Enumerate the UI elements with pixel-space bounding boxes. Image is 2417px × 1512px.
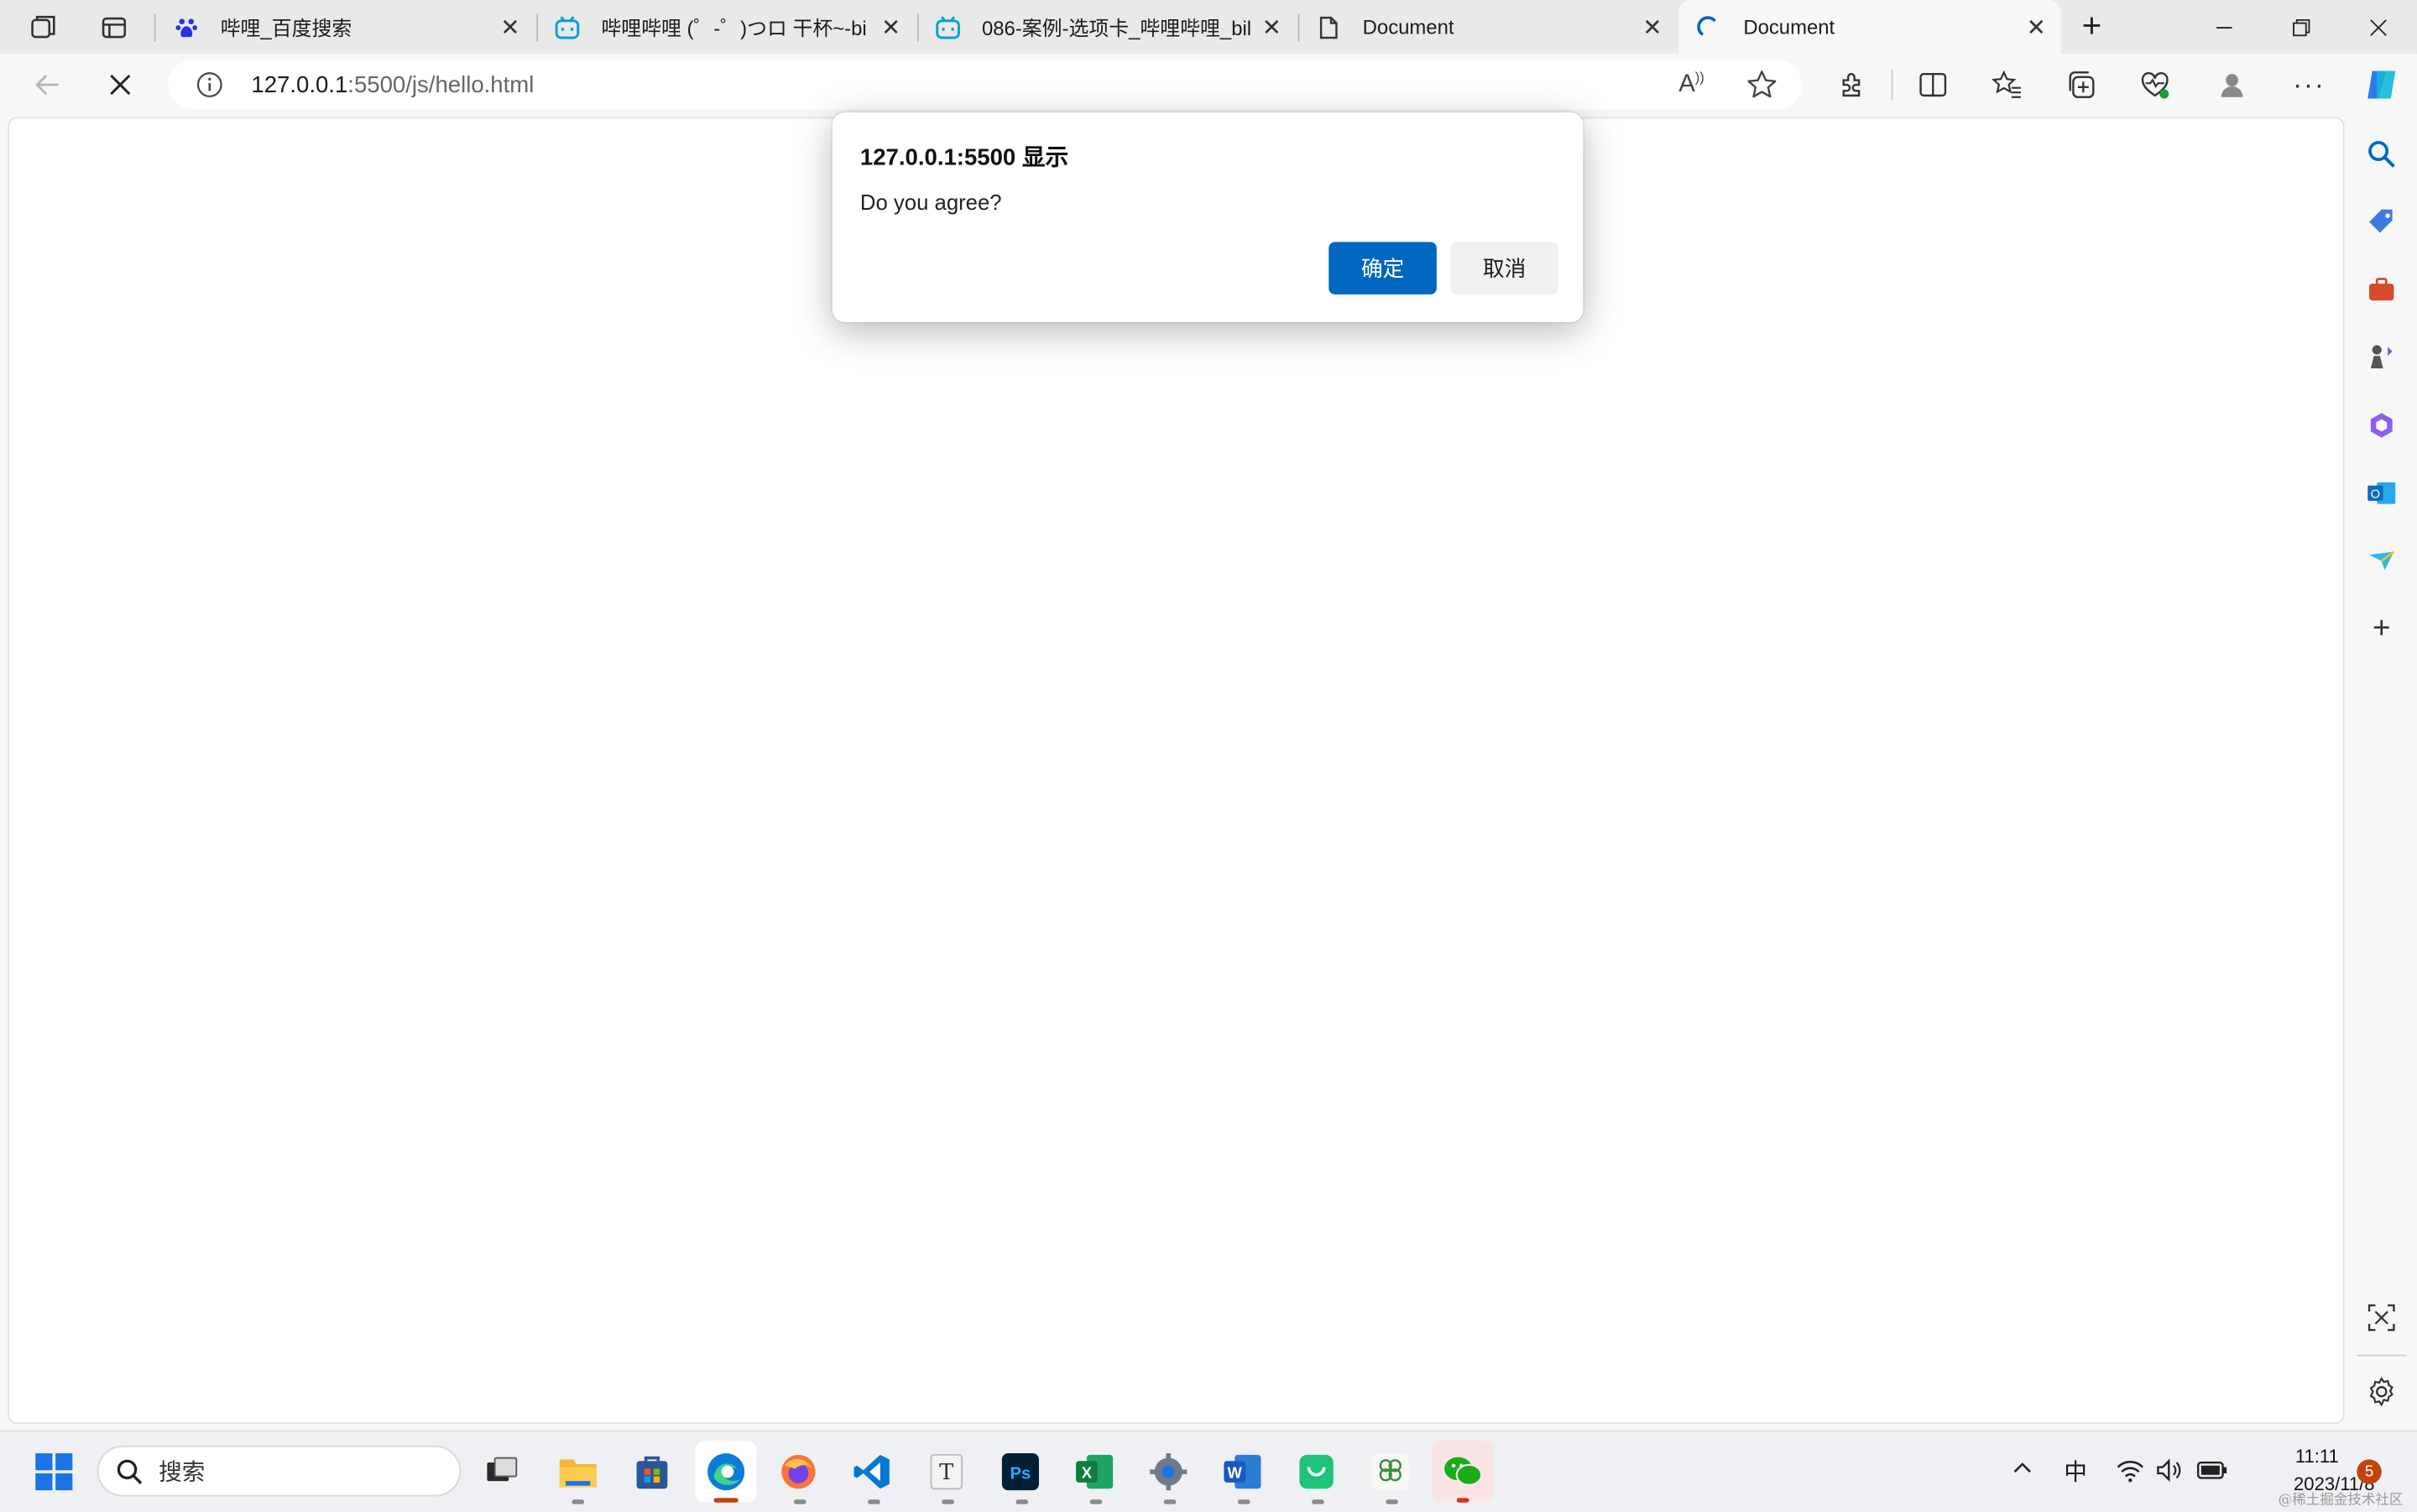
document-icon [1317, 14, 1341, 39]
word-icon[interactable]: W [1219, 1449, 1266, 1495]
minimize-button[interactable] [2185, 0, 2263, 54]
settings-gear-icon[interactable] [1146, 1449, 1192, 1495]
tab-document-active[interactable]: Document ✕ [1678, 0, 2061, 55]
new-tab-button[interactable]: + [2075, 8, 2108, 44]
watermark-text: @稀土掘金技术社区 [2278, 1493, 2404, 1509]
extensions-icon[interactable] [1835, 66, 1871, 103]
close-tab-icon[interactable]: ✕ [1637, 13, 1668, 40]
tab-title: Document [1743, 15, 1835, 39]
favorite-star-icon[interactable] [1745, 68, 1778, 102]
search-icon[interactable] [2363, 136, 2400, 173]
windows-taskbar: 搜索 T Ps X W 中 11:11 2023/11/8 5 @稀土掘金技术社… [0, 1430, 2417, 1512]
workspaces-icon[interactable] [28, 13, 59, 44]
tab-title: Document [1362, 15, 1454, 39]
shopping-bag-app-icon[interactable] [1293, 1449, 1339, 1495]
dialog-message: Do you agree? [859, 189, 1002, 215]
microsoft-store-icon[interactable] [629, 1449, 675, 1495]
site-info-icon[interactable] [196, 70, 223, 98]
svg-text:T: T [939, 1460, 953, 1485]
copilot-icon[interactable] [2360, 63, 2403, 106]
url-host: 127.0.0.1 [251, 71, 348, 98]
bilibili-icon [555, 14, 580, 39]
split-screen-icon[interactable] [1914, 66, 1951, 103]
shopping-tag-icon[interactable] [2363, 203, 2400, 240]
read-aloud-icon[interactable]: A)) [1678, 70, 1712, 101]
close-window-button[interactable] [2340, 0, 2417, 54]
tab-baidu[interactable]: 哔哩_百度搜索 ✕ [156, 0, 535, 54]
loading-spinner-icon [1697, 14, 1721, 39]
outlook-icon[interactable]: O [2363, 475, 2400, 512]
show-hidden-icons-chevron-icon[interactable] [2010, 1457, 2038, 1484]
back-button[interactable] [29, 66, 66, 103]
tab-title: 哔哩_百度搜索 [220, 17, 352, 40]
restore-button[interactable] [2263, 0, 2340, 54]
lucky-clover-app-icon[interactable] [1367, 1449, 1413, 1495]
vscode-icon[interactable] [849, 1449, 895, 1495]
typora-icon[interactable]: T [923, 1449, 969, 1495]
ime-indicator[interactable]: 中 [2064, 1455, 2087, 1488]
profile-avatar-icon[interactable] [2214, 66, 2251, 103]
svg-text:X: X [1082, 1463, 1093, 1481]
taskbar-search-box[interactable]: 搜索 [97, 1445, 462, 1497]
search-icon [116, 1457, 144, 1485]
tab-bilibili-home[interactable]: 哔哩哔哩 (゜-゜)つロ 干杯~-bi ✕ [536, 0, 916, 54]
volume-icon[interactable] [2155, 1457, 2186, 1484]
navigation-toolbar: 127.0.0.1:5500/js/hello.html A)) ··· [0, 54, 2417, 116]
photoshop-icon[interactable]: Ps [997, 1449, 1043, 1495]
drop-send-icon[interactable] [2363, 543, 2400, 580]
task-view-icon[interactable] [478, 1449, 524, 1495]
sidebar-settings-gear-icon[interactable] [2363, 1374, 2400, 1410]
wifi-icon[interactable] [2115, 1457, 2146, 1484]
dialog-title: 127.0.0.1:5500 显示 [859, 144, 1069, 171]
microsoft-365-icon[interactable] [2363, 407, 2400, 444]
confirm-ok-button[interactable]: 确定 [1329, 242, 1437, 295]
wechat-icon[interactable] [1432, 1441, 1494, 1503]
tools-briefcase-icon[interactable] [2363, 271, 2400, 308]
add-sidebar-app-icon[interactable]: + [2363, 610, 2400, 647]
close-tab-icon[interactable]: ✕ [1256, 13, 1287, 40]
svg-text:O: O [2371, 487, 2380, 501]
url-text[interactable]: 127.0.0.1:5500/js/hello.html [251, 71, 534, 97]
favorites-icon[interactable] [1988, 66, 2025, 103]
tab-actions-icon[interactable] [99, 13, 130, 44]
clock-time[interactable]: 11:11 [2295, 1446, 2339, 1468]
address-bar[interactable]: 127.0.0.1:5500/js/hello.html A)) [168, 60, 1803, 110]
tab-bilibili-video[interactable]: 086-案例-选项卡_哔哩哔哩_bil ✕ [917, 0, 1297, 54]
stop-icon [110, 74, 131, 96]
tab-strip: 哔哩_百度搜索 ✕ 哔哩哔哩 (゜-゜)つロ 干杯~-bi ✕ 086-案例-选… [0, 0, 2417, 55]
bilibili-icon [936, 14, 960, 39]
edge-sidebar: O + [2344, 117, 2417, 1421]
more-options-icon[interactable]: ··· [2290, 66, 2327, 103]
notification-badge[interactable]: 5 [2357, 1459, 2382, 1484]
screenshot-icon[interactable] [2363, 1299, 2400, 1336]
svg-text:Ps: Ps [1010, 1464, 1031, 1483]
restore-icon [2293, 18, 2310, 36]
back-arrow-icon [35, 75, 59, 96]
browser-essentials-icon[interactable] [2137, 66, 2174, 103]
collections-icon[interactable] [2063, 66, 2100, 103]
close-icon [2370, 18, 2387, 35]
start-button-windows-icon[interactable] [31, 1449, 77, 1495]
tab-title: 哔哩哔哩 (゜-゜)つロ 干杯~-bi [601, 17, 867, 40]
confirm-dialog: 127.0.0.1:5500 显示 Do you agree? 确定 取消 [832, 112, 1584, 322]
stop-loading-button[interactable] [102, 66, 138, 103]
firefox-icon[interactable] [775, 1449, 822, 1495]
battery-icon[interactable] [2195, 1458, 2229, 1483]
close-tab-icon[interactable]: ✕ [495, 13, 526, 40]
edge-browser-icon[interactable] [695, 1441, 757, 1503]
url-path: :5500/js/hello.html [347, 71, 535, 98]
excel-icon[interactable]: X [1072, 1449, 1118, 1495]
close-tab-icon[interactable]: ✕ [2021, 13, 2052, 40]
search-placeholder: 搜索 [159, 1459, 206, 1486]
svg-text:W: W [1228, 1463, 1243, 1481]
games-icon[interactable] [2363, 339, 2400, 376]
file-explorer-icon[interactable] [555, 1449, 601, 1495]
confirm-cancel-button[interactable]: 取消 [1450, 242, 1558, 295]
tab-document[interactable]: Document ✕ [1298, 0, 1678, 54]
close-tab-icon[interactable]: ✕ [875, 13, 906, 40]
baidu-paw-icon [175, 14, 199, 39]
tab-title: 086-案例-选项卡_哔哩哔哩_bil [981, 17, 1252, 40]
minimize-icon [2216, 26, 2232, 29]
